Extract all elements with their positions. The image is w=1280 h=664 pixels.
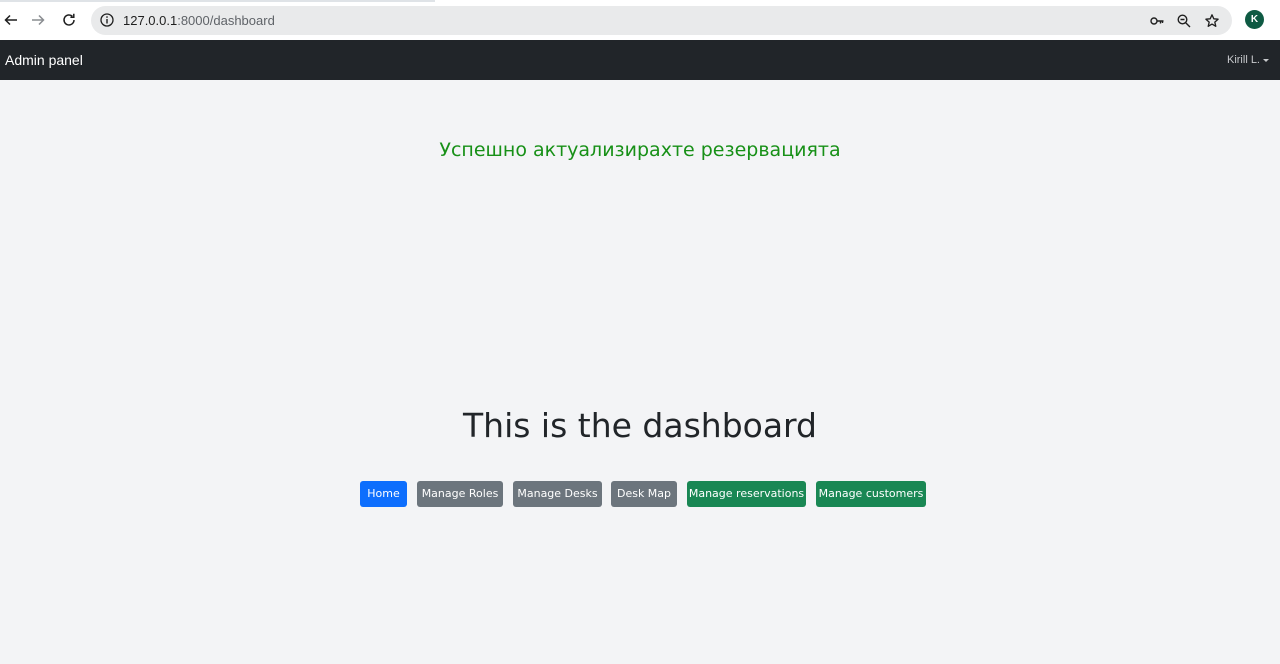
home-button[interactable]: Home: [360, 481, 407, 507]
manage-desks-button[interactable]: Manage Desks: [513, 481, 602, 507]
url-host: 127.0.0.1: [123, 13, 178, 28]
info-icon[interactable]: [99, 12, 115, 28]
bookmark-button[interactable]: [1203, 12, 1221, 30]
address-bar[interactable]: 127.0.0.1:8000/dashboard: [91, 6, 1232, 35]
back-arrow-icon: [4, 14, 17, 26]
user-dropdown[interactable]: Kirill L.: [1227, 53, 1269, 67]
manage-reservations-button[interactable]: Manage reservations: [687, 481, 806, 507]
navbar-brand[interactable]: Admin panel: [5, 52, 83, 68]
reload-button[interactable]: [58, 9, 80, 31]
browser-toolbar: 127.0.0.1:8000/dashboard K: [0, 0, 1280, 40]
password-key-button[interactable]: [1148, 12, 1166, 30]
url-text[interactable]: 127.0.0.1:8000/dashboard: [123, 13, 275, 28]
manage-roles-button[interactable]: Manage Roles: [417, 481, 503, 507]
manage-customers-button[interactable]: Manage customers: [816, 481, 926, 507]
zoom-button[interactable]: [1175, 12, 1193, 30]
forward-button[interactable]: [27, 9, 49, 31]
success-message: Успешно актуализирахте резервацията: [439, 139, 841, 161]
star-icon: [1205, 14, 1219, 27]
zoom-icon: [1177, 14, 1191, 28]
password-key-icon: [1150, 17, 1164, 25]
profile-avatar[interactable]: K: [1245, 10, 1264, 29]
desk-map-button[interactable]: Desk Map: [611, 481, 677, 507]
page-title: This is the dashboard: [463, 406, 817, 445]
navbar: Admin panel Kirill L.: [0, 40, 1280, 80]
user-name: Kirill L.: [1226, 54, 1260, 66]
reload-icon: [63, 13, 75, 26]
forward-arrow-icon: [32, 14, 45, 26]
tab-strip-edge: [0, 0, 435, 2]
caret-down-icon: [1263, 59, 1269, 62]
url-path: :8000/dashboard: [177, 13, 275, 28]
back-button[interactable]: [0, 9, 22, 31]
